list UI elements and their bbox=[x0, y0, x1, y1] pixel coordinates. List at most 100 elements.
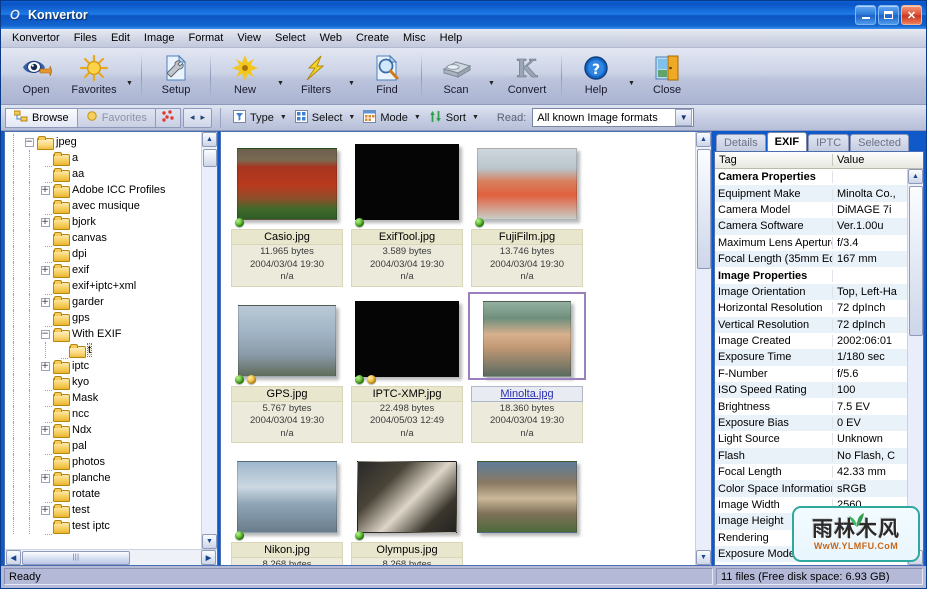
thumbnail-image-wrapper[interactable] bbox=[351, 295, 463, 377]
thumbnail-image[interactable] bbox=[477, 148, 577, 220]
thumbnail-image[interactable] bbox=[477, 461, 577, 533]
tree-item[interactable]: exif+iptc+xml bbox=[5, 278, 201, 294]
scan-dropdown-arrow[interactable]: ▼ bbox=[485, 49, 498, 104]
tree-scroll-left-button[interactable]: ◀ bbox=[6, 550, 21, 565]
expand-plus-icon[interactable]: + bbox=[41, 266, 50, 275]
tree-expander[interactable]: + bbox=[37, 186, 53, 195]
menu-format[interactable]: Format bbox=[181, 30, 230, 47]
tree-expander[interactable]: + bbox=[37, 426, 53, 435]
type-caret-icon[interactable]: ▼ bbox=[280, 114, 287, 121]
collapse-minus-icon[interactable]: − bbox=[25, 138, 34, 147]
tree-item[interactable]: −jpeg bbox=[5, 134, 201, 150]
thumbnail-scroll-area[interactable]: Casio.jpg11.965 bytes2004/03/04 19:30n/a… bbox=[221, 132, 695, 565]
tree-expander[interactable]: − bbox=[21, 138, 37, 147]
thumbnail-filename[interactable]: IPTC-XMP.jpg bbox=[351, 386, 463, 402]
thumbnail-image-wrapper[interactable] bbox=[231, 295, 343, 377]
thumbnail-item[interactable]: GPS.jpg5.767 bytes2004/03/04 19:30n/a bbox=[229, 295, 345, 444]
tree-item[interactable]: +iptc bbox=[5, 358, 201, 374]
thumbnail-filename[interactable]: Casio.jpg bbox=[231, 229, 343, 245]
thumbnail-image[interactable] bbox=[237, 461, 337, 533]
exif-row[interactable]: Brightness7.5 EV bbox=[715, 398, 907, 414]
tree-scroll-right-button[interactable]: ▶ bbox=[201, 550, 216, 565]
bookmarks-button[interactable] bbox=[155, 108, 181, 128]
tree-item[interactable]: Mask bbox=[5, 390, 201, 406]
minimize-button[interactable] bbox=[855, 5, 876, 25]
expand-plus-icon[interactable]: + bbox=[41, 506, 50, 515]
nav-forward-icon[interactable]: ▸ bbox=[200, 112, 205, 123]
menu-help[interactable]: Help bbox=[433, 30, 470, 47]
tab-exif[interactable]: EXIF bbox=[767, 132, 807, 151]
thumbnail-item[interactable]: FujiFilm.jpg13.746 bytes2004/03/04 19:30… bbox=[469, 138, 585, 287]
tree-vertical-scrollbar[interactable]: ▲ ▼ bbox=[201, 132, 217, 549]
tree-item[interactable]: +Adobe ICC Profiles bbox=[5, 182, 201, 198]
thumbnail-item[interactable]: Nikon.jpg8.268 bytes2004/03/04 19:30n/a bbox=[229, 451, 345, 565]
thumbnail-image[interactable] bbox=[355, 144, 459, 220]
exif-section-row[interactable]: Camera Properties bbox=[715, 169, 907, 185]
tree-item[interactable]: pal bbox=[5, 438, 201, 454]
thumbnail-filename[interactable]: Minolta.jpg bbox=[471, 386, 583, 402]
tree-item[interactable]: rotate bbox=[5, 486, 201, 502]
exif-row[interactable]: FlashNo Flash, C bbox=[715, 448, 907, 464]
tree-item[interactable]: photos bbox=[5, 454, 201, 470]
browse-tab[interactable]: Browse bbox=[5, 108, 78, 128]
tab-selected[interactable]: Selected bbox=[850, 134, 909, 151]
new-button[interactable]: New bbox=[216, 49, 274, 104]
thumbnail-image[interactable] bbox=[483, 301, 571, 377]
tree-expander[interactable]: + bbox=[37, 362, 53, 371]
read-format-combo[interactable]: All known Image formats ▼ bbox=[532, 108, 694, 127]
thumb-scroll-thumb[interactable] bbox=[697, 149, 711, 269]
favorites-button[interactable]: Favorites bbox=[65, 49, 123, 104]
tree-item[interactable]: t bbox=[5, 342, 201, 358]
menu-web[interactable]: Web bbox=[313, 30, 349, 47]
exif-row[interactable]: Focal Length42.33 mm bbox=[715, 464, 907, 480]
new-dropdown-arrow[interactable]: ▼ bbox=[274, 49, 287, 104]
folder-tree-scroll[interactable]: −jpegaaa+Adobe ICC Profilesavec musique+… bbox=[5, 132, 201, 549]
exif-row[interactable]: ISO Speed Rating100 bbox=[715, 382, 907, 398]
tree-item[interactable]: +planche bbox=[5, 470, 201, 486]
chevron-down-icon[interactable]: ▼ bbox=[675, 109, 692, 126]
exif-row[interactable]: Light SourceUnknown bbox=[715, 431, 907, 447]
menu-konvertor[interactable]: Konvertor bbox=[5, 30, 67, 47]
tree-hscroll-thumb[interactable] bbox=[22, 551, 130, 565]
tree-item[interactable]: +garder bbox=[5, 294, 201, 310]
expand-plus-icon[interactable]: + bbox=[41, 186, 50, 195]
tree-expander[interactable]: + bbox=[37, 506, 53, 515]
tree-item[interactable]: +bjork bbox=[5, 214, 201, 230]
close-button[interactable]: ✕ bbox=[901, 5, 922, 25]
thumbnail-item[interactable]: ExifTool.jpg3.589 bytes2004/03/04 19:30n… bbox=[349, 138, 465, 287]
tree-item[interactable]: gps bbox=[5, 310, 201, 326]
mode-caret-icon[interactable]: ▼ bbox=[414, 114, 421, 121]
expand-plus-icon[interactable]: + bbox=[41, 218, 50, 227]
thumbnail-filename[interactable]: Nikon.jpg bbox=[231, 542, 343, 558]
exif-row[interactable]: Maximum Lens Aperturef/3.4 bbox=[715, 235, 907, 251]
thumbnail-image[interactable] bbox=[355, 301, 459, 377]
tree-item[interactable]: aa bbox=[5, 166, 201, 182]
tree-item[interactable]: kyo bbox=[5, 374, 201, 390]
select-caret-icon[interactable]: ▼ bbox=[348, 114, 355, 121]
exif-row[interactable]: Horizontal Resolution72 dpInch bbox=[715, 300, 907, 316]
menu-select[interactable]: Select bbox=[268, 30, 313, 47]
maximize-button[interactable] bbox=[878, 5, 899, 25]
thumbnail-filename[interactable]: FujiFilm.jpg bbox=[471, 229, 583, 245]
exif-row[interactable]: Exposure Bias0 EV bbox=[715, 415, 907, 431]
tree-scroll-down-button[interactable]: ▼ bbox=[202, 534, 217, 549]
thumbnail-image-wrapper[interactable] bbox=[471, 138, 583, 220]
exif-row[interactable]: Equipment MakeMinolta Co., bbox=[715, 185, 907, 201]
tree-item[interactable]: a bbox=[5, 150, 201, 166]
open-button[interactable]: Open bbox=[7, 49, 65, 104]
menu-image[interactable]: Image bbox=[137, 30, 182, 47]
exif-row[interactable]: Vertical Resolution72 dpInch bbox=[715, 317, 907, 333]
exif-row[interactable]: Camera SoftwareVer.1.00u bbox=[715, 218, 907, 234]
thumbnail-filename[interactable]: Olympus.jpg bbox=[351, 542, 463, 558]
thumbnail-image[interactable] bbox=[238, 305, 336, 377]
exif-scroll-up-button[interactable]: ▲ bbox=[908, 169, 923, 184]
close-app-button[interactable]: Close bbox=[638, 49, 696, 104]
thumbnail-item[interactable]: IPTC-XMP.jpg22.498 bytes2004/05/03 12:49… bbox=[349, 295, 465, 444]
favorites-dropdown-arrow[interactable]: ▼ bbox=[123, 49, 136, 104]
select-dropdown[interactable]: Select ▼ bbox=[291, 108, 360, 128]
tree-item[interactable]: ncc bbox=[5, 406, 201, 422]
scan-button[interactable]: Scan bbox=[427, 49, 485, 104]
type-dropdown[interactable]: Type ▼ bbox=[229, 108, 291, 128]
thumbnail-filename[interactable]: GPS.jpg bbox=[231, 386, 343, 402]
exif-row[interactable]: Gain ControlNone bbox=[715, 562, 907, 565]
